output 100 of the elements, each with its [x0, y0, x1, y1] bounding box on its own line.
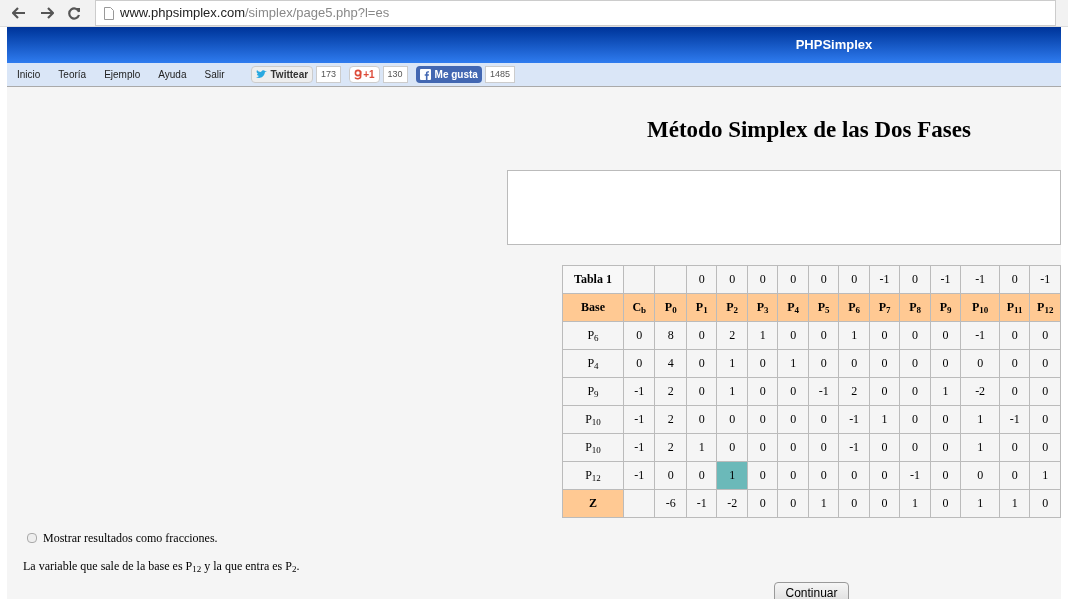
tweet-button[interactable]: Twittear [250, 66, 314, 83]
table-cell: 0 [899, 433, 931, 461]
table-cell: 0 [999, 349, 1030, 377]
table-cell: -6 [654, 489, 687, 517]
table-cell: 0 [654, 461, 687, 489]
plus-one-button[interactable]: +1 [349, 66, 380, 83]
nav-link[interactable]: Salir [204, 67, 225, 82]
table-cell: 1 [1029, 461, 1061, 489]
table-cell: 1 [747, 321, 778, 349]
table-cell: 0 [960, 349, 1000, 377]
base-cell: P$_{12}$ [562, 461, 624, 489]
cost-cell: 0 [747, 265, 778, 293]
table-cell: 0 [777, 405, 809, 433]
share-count: 173 [316, 66, 342, 83]
table-cell: 0 [777, 433, 809, 461]
nav-link[interactable]: Inicio [17, 67, 41, 82]
nav-link[interactable]: Ayuda [158, 67, 187, 82]
checkbox-label: Mostrar resultados como fracciones. [43, 531, 218, 544]
table-cell: 2 [654, 433, 687, 461]
table-cell: 4 [654, 349, 687, 377]
table-cell: 0 [716, 433, 748, 461]
cost-cell: 0 [777, 265, 809, 293]
table-cell: 1 [686, 433, 717, 461]
table-cell: 1 [838, 321, 870, 349]
table-cell: -1 [899, 461, 931, 489]
table-cell: 0 [747, 461, 778, 489]
base-cell: P$_{4}$ [562, 349, 624, 377]
table-cell: 0 [999, 461, 1030, 489]
table-cell: 0 [930, 321, 961, 349]
table-cell: 0 [808, 433, 839, 461]
table-cell: -1 [623, 377, 655, 405]
continue-button[interactable]: Continuar [774, 581, 849, 599]
reload-icon[interactable] [68, 6, 81, 20]
back-icon[interactable] [12, 7, 26, 19]
table-cell: 8 [654, 321, 687, 349]
table-cell: -1 [808, 377, 839, 405]
bird-icon [255, 70, 267, 79]
checkbox[interactable] [27, 532, 37, 543]
table-cell: 0 [686, 377, 717, 405]
table-cell: 0 [623, 321, 655, 349]
table-cell: 0 [899, 349, 931, 377]
table-cell: 2 [838, 377, 870, 405]
table-cell: 0 [808, 321, 839, 349]
table-cell: 0 [899, 405, 931, 433]
nav-link[interactable]: Teoría [58, 67, 87, 82]
table-cell: 0 [686, 321, 717, 349]
table-cell: 0 [838, 349, 870, 377]
base-cell: P$_{10}$ [562, 405, 624, 433]
cost-cell: 0 [808, 265, 839, 293]
table-cell: 0 [747, 489, 778, 517]
table-cell: 0 [930, 461, 961, 489]
table-cell: 0 [808, 349, 839, 377]
cost-cell: 0 [716, 265, 748, 293]
facebook-icon [419, 69, 431, 80]
table-cell: 0 [686, 461, 717, 489]
table-cell: 1 [899, 489, 931, 517]
table-cell: -1 [623, 461, 655, 489]
table-cell: -1 [838, 433, 870, 461]
share-count: 130 [382, 66, 408, 83]
table-cell: 0 [869, 377, 900, 405]
share-count: 1485 [484, 66, 515, 83]
table-cell: -2 [960, 377, 1000, 405]
table-cell: -1 [838, 405, 870, 433]
table-cell: 0 [869, 433, 900, 461]
table-cell: 0 [930, 433, 961, 461]
table-cell: 1 [960, 433, 1000, 461]
table-cell: 0 [1029, 349, 1061, 377]
base-cell: P$_{10}$ [562, 433, 624, 461]
table-cell: -1 [623, 433, 655, 461]
table-cell: 0 [869, 489, 900, 517]
nav-link[interactable]: Ejemplo [104, 67, 141, 82]
table-cell: 0 [747, 349, 778, 377]
table-cell: 0 [838, 489, 870, 517]
page-title: Método Simplex de las Dos Fases [646, 116, 972, 144]
table-cell: 0 [960, 461, 1000, 489]
table-cell: 0 [1029, 489, 1061, 517]
table-cell: 0 [686, 405, 717, 433]
table-cell: 0 [686, 349, 717, 377]
table-cell: 0 [777, 489, 809, 517]
table-cell: 0 [1029, 321, 1061, 349]
cost-cell: 0 [838, 265, 870, 293]
table-cell: 0 [777, 377, 809, 405]
like-button[interactable]: Me gusta [415, 66, 482, 83]
table-cell: 0 [716, 405, 748, 433]
table-cell: -1 [999, 405, 1030, 433]
forward-icon[interactable] [40, 7, 54, 19]
table-cell: 1 [999, 489, 1030, 517]
table-cell: 1 [930, 377, 961, 405]
table-cell: 0 [777, 321, 809, 349]
table-cell: 0 [747, 433, 778, 461]
address-bar[interactable]: www.phpsimplex.com/simplex/page5.php?l=es [95, 0, 1056, 26]
table-cell: -2 [716, 489, 748, 517]
table-cell: 0 [930, 405, 961, 433]
table-cell: 0 [808, 405, 839, 433]
table-cell: 0 [808, 461, 839, 489]
table-cell: 1 [716, 349, 748, 377]
cost-cell: 0 [999, 265, 1030, 293]
table-cell: -1 [623, 405, 655, 433]
base-cell: P$_{9}$ [562, 377, 624, 405]
table-cell: 1 [869, 405, 900, 433]
